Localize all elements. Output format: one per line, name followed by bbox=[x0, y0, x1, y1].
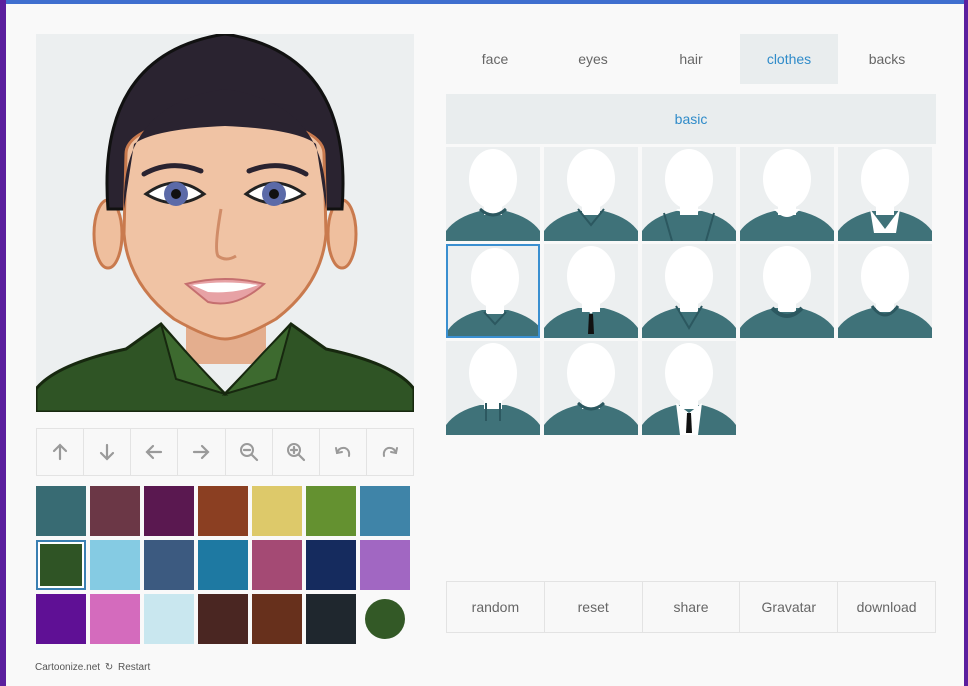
tab-hair[interactable]: hair bbox=[642, 34, 740, 84]
color-swatch[interactable] bbox=[36, 540, 86, 590]
clothes-thumbnail-icon bbox=[642, 246, 736, 338]
tab-backs[interactable]: backs bbox=[838, 34, 936, 84]
clothes-option[interactable] bbox=[740, 244, 834, 338]
color-swatch[interactable] bbox=[306, 540, 356, 590]
restart-link[interactable]: ↻ Restart bbox=[105, 662, 152, 673]
clothes-grid bbox=[446, 147, 936, 435]
zoom-out-button[interactable] bbox=[226, 429, 273, 475]
color-swatch[interactable] bbox=[198, 486, 248, 536]
clothes-thumbnail-icon bbox=[642, 343, 736, 435]
brand-link[interactable]: Cartoonize.net bbox=[35, 662, 100, 673]
color-swatch[interactable] bbox=[90, 486, 140, 536]
arrow-up-icon bbox=[52, 443, 68, 461]
clothes-option[interactable] bbox=[642, 147, 736, 241]
clothes-thumbnail-icon bbox=[838, 149, 932, 241]
clothes-option[interactable] bbox=[642, 341, 736, 435]
color-swatch[interactable] bbox=[144, 540, 194, 590]
subtab-basic[interactable]: basic bbox=[675, 111, 708, 127]
color-swatch[interactable] bbox=[144, 594, 194, 644]
color-swatch[interactable] bbox=[90, 594, 140, 644]
clothes-option[interactable] bbox=[544, 244, 638, 338]
clothes-thumbnail-icon bbox=[446, 343, 540, 435]
color-swatch[interactable] bbox=[252, 540, 302, 590]
transform-toolbar bbox=[36, 428, 414, 476]
footer: Cartoonize.net ↻ Restart bbox=[35, 662, 154, 673]
clothes-thumbnail-icon bbox=[446, 149, 540, 241]
arrow-right-icon bbox=[193, 444, 210, 460]
clothes-option[interactable] bbox=[740, 147, 834, 241]
color-swatch[interactable] bbox=[360, 594, 410, 644]
color-swatch[interactable] bbox=[252, 486, 302, 536]
color-swatch[interactable] bbox=[360, 540, 410, 590]
zoom-in-icon bbox=[286, 443, 305, 462]
clothes-option[interactable] bbox=[544, 341, 638, 435]
undo-button[interactable] bbox=[320, 429, 367, 475]
color-swatch[interactable] bbox=[90, 540, 140, 590]
color-palette bbox=[36, 486, 416, 644]
clothes-thumbnail-icon bbox=[740, 246, 834, 338]
reset-button[interactable]: reset bbox=[545, 582, 643, 632]
category-tabs: face eyes hair clothes backs bbox=[446, 34, 936, 84]
clothes-thumbnail-icon bbox=[642, 149, 736, 241]
clothes-thumbnail-icon bbox=[448, 248, 538, 336]
share-button[interactable]: share bbox=[643, 582, 741, 632]
clothes-thumbnail-icon bbox=[838, 246, 932, 338]
random-button[interactable]: random bbox=[447, 582, 545, 632]
color-swatch[interactable] bbox=[306, 594, 356, 644]
clothes-thumbnail-icon bbox=[544, 343, 638, 435]
redo-icon bbox=[382, 446, 398, 457]
move-up-button[interactable] bbox=[37, 429, 85, 475]
move-down-button[interactable] bbox=[84, 429, 132, 475]
avatar-preview bbox=[36, 34, 414, 412]
download-button[interactable]: download bbox=[838, 582, 935, 632]
redo-button[interactable] bbox=[367, 429, 413, 475]
arrow-left-icon bbox=[145, 444, 163, 460]
color-swatch[interactable] bbox=[36, 594, 86, 644]
color-swatch[interactable] bbox=[360, 486, 410, 536]
subcategory-bar: basic bbox=[446, 94, 936, 144]
current-color-indicator bbox=[365, 599, 405, 639]
avatar-maker-page: Cartoonize.net ↻ Restart face eyes hair … bbox=[6, 4, 964, 686]
color-swatch[interactable] bbox=[252, 594, 302, 644]
refresh-icon: ↻ bbox=[104, 662, 114, 673]
avatar-illustration bbox=[36, 34, 414, 412]
color-swatch[interactable] bbox=[306, 486, 356, 536]
clothes-option[interactable] bbox=[838, 147, 932, 241]
action-bar: random reset share Gravatar download bbox=[446, 581, 936, 633]
move-right-button[interactable] bbox=[178, 429, 226, 475]
arrow-down-icon bbox=[100, 443, 115, 461]
clothes-option[interactable] bbox=[446, 244, 540, 338]
tab-face[interactable]: face bbox=[446, 34, 544, 84]
zoom-in-button[interactable] bbox=[273, 429, 320, 475]
move-left-button[interactable] bbox=[131, 429, 179, 475]
tab-clothes[interactable]: clothes bbox=[740, 34, 838, 84]
clothes-thumbnail-icon bbox=[740, 149, 834, 241]
color-swatch[interactable] bbox=[198, 594, 248, 644]
undo-icon bbox=[334, 446, 350, 457]
clothes-option[interactable] bbox=[642, 244, 736, 338]
clothes-option[interactable] bbox=[544, 147, 638, 241]
restart-label: Restart bbox=[118, 662, 151, 673]
window-frame-right bbox=[964, 0, 968, 686]
color-swatch[interactable] bbox=[198, 540, 248, 590]
clothes-option[interactable] bbox=[446, 341, 540, 435]
clothes-option[interactable] bbox=[446, 147, 540, 241]
color-swatch[interactable] bbox=[144, 486, 194, 536]
zoom-out-icon bbox=[239, 443, 258, 462]
clothes-thumbnail-icon bbox=[544, 246, 638, 338]
clothes-thumbnail-icon bbox=[544, 149, 638, 241]
tab-eyes[interactable]: eyes bbox=[544, 34, 642, 84]
color-swatch[interactable] bbox=[36, 486, 86, 536]
gravatar-button[interactable]: Gravatar bbox=[740, 582, 839, 632]
clothes-option[interactable] bbox=[838, 244, 932, 338]
